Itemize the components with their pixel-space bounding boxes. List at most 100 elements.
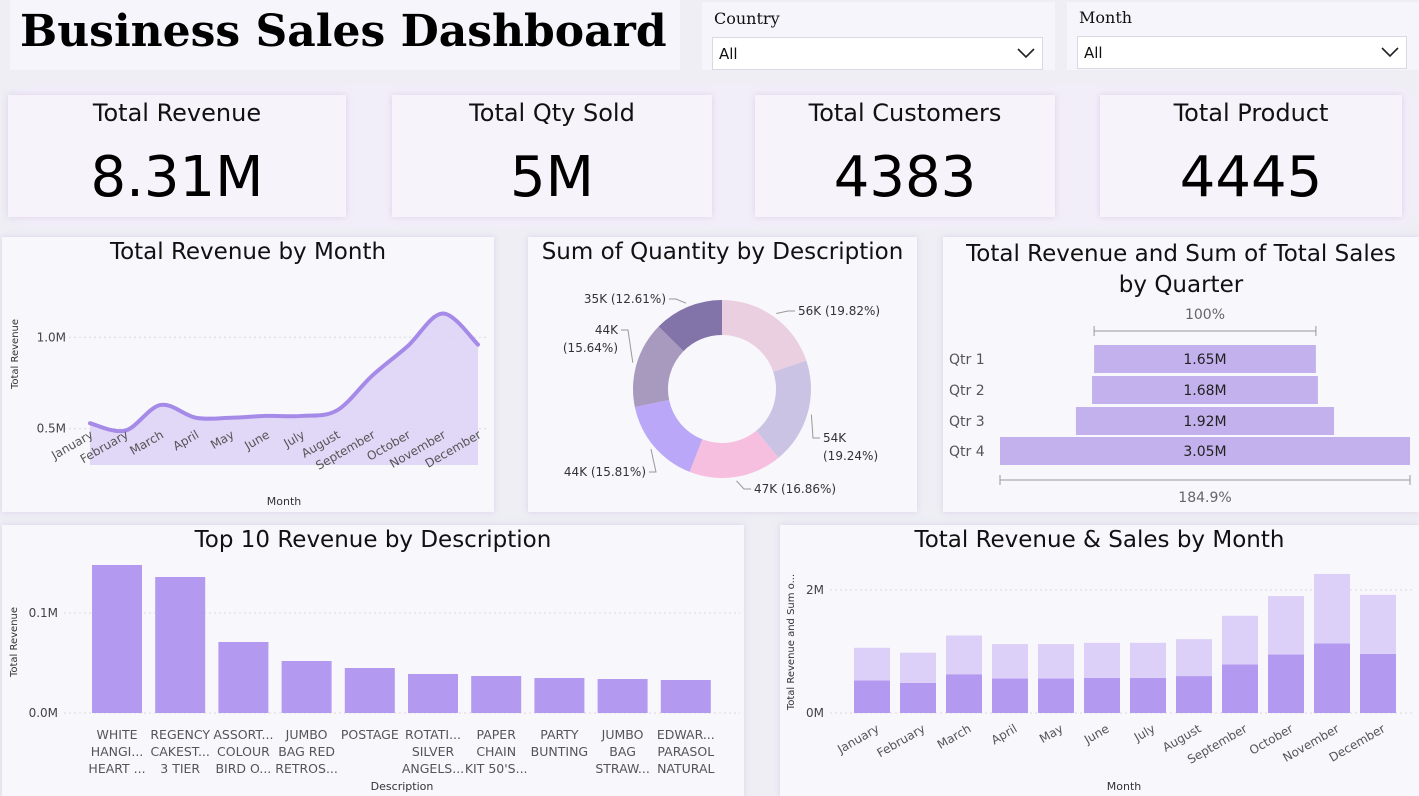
funnel-top-label: 100% [1185,307,1225,323]
x-tick-label: EDWAR... [657,727,715,742]
x-tick-label: KIT 50'S... [465,761,528,776]
x-tick-label: POSTAGE [341,727,399,742]
x-tick-label: January [834,721,881,756]
leader-line [776,310,795,314]
bar [408,674,458,713]
x-axis-title: Month [267,495,302,508]
donut-slice [634,399,703,472]
bar-revenue [1360,653,1396,713]
x-tick-label: 3 TIER [160,761,200,776]
leader-line [621,329,634,363]
x-tick-label: PAPER [476,727,516,742]
chevron-down-icon [1381,47,1399,58]
y-tick-label: 0M [806,706,824,720]
funnel-category-label: Qtr 1 [949,352,985,368]
revenue-sales-by-month-chart[interactable]: Total Revenue & Sales by Month 0M 2M Janua… [780,525,1419,796]
y-tick-label: 0.1M [29,606,58,620]
bar [92,565,142,713]
x-tick-label: JUMBO [285,727,328,742]
kpi-label: Total Product [1173,99,1329,127]
revenue-by-quarter-chart[interactable]: Total Revenue and Sum of Total Sales by … [943,237,1419,512]
bar-sales [1038,644,1074,679]
x-tick-label: WHITE [97,727,138,742]
funnel-value-label: 1.92M [1183,414,1226,430]
revenue-sales-svg: 0M 2M JanuaryFebruary March April May June July… [786,573,1414,793]
funnel-category-label: Qtr 4 [949,444,985,460]
bar-revenue [1038,678,1074,713]
revenue-by-month-chart[interactable]: Total Revenue by Month 0.5M 1.0M January Fe… [2,237,494,512]
x-tick-label: SILVER [412,744,455,759]
kpi-value: 8.31M [90,145,264,210]
x-tick-label: BAG RED [278,744,335,759]
bar-revenue [992,678,1028,713]
kpi-value: 4383 [833,145,977,210]
top10-revenue-chart[interactable]: Top 10 Revenue by Description 0.0M 0.1M WH… [2,525,744,796]
y-axis-title: Total Revenue [10,319,21,390]
bar-revenue [1130,677,1166,713]
bar-sales [1268,596,1304,655]
slice-label: 44K (15.81%) [564,465,646,479]
x-tick-label: BAG [609,744,636,759]
x-tick-label: PARTY [540,727,579,742]
month-slicer-label: Month [1079,8,1133,27]
x-tick-label: July [1131,721,1158,744]
bar [534,678,585,713]
x-tick-label: HEART ... [88,761,145,776]
x-tick-label: STRAW... [595,761,649,776]
bar-sales [992,644,1028,679]
x-tick-label: REGENCY [150,727,210,742]
bar [597,679,648,713]
leader-line [810,414,820,439]
funnel-category-label: Qtr 2 [949,383,985,399]
x-tick-label: JUMBO [601,727,644,742]
bar [660,680,711,713]
funnel-value-label: 1.65M [1183,352,1226,368]
funnel-category-label: Qtr 3 [949,414,985,430]
leader-line [669,298,687,304]
y-axis-title: Total Revenue [9,607,20,678]
funnel-value-label: 3.05M [1183,444,1226,460]
x-axis-title: Description [371,780,434,793]
bar-revenue [1314,643,1350,713]
bar-sales [854,647,890,681]
x-tick-label: February [874,721,927,760]
y-tick-label: 1.0M [37,330,66,344]
x-tick-label: RETROS... [275,761,338,776]
kpi-label: Total Customers [808,99,1002,127]
bar-revenue [1268,654,1304,713]
kpi-card-customers[interactable]: Total Customers 4383 [755,95,1055,217]
month-dropdown[interactable]: All [1077,36,1407,69]
kpi-card-revenue[interactable]: Total Revenue 8.31M [8,95,346,217]
x-tick-label: ANGELS... [402,761,464,776]
slice-label: 54K (19.24%) [823,431,878,463]
bar-revenue [900,682,936,713]
bar [281,661,332,713]
y-axis-title: Total Revenue and Sum o... [786,574,797,711]
bar-sales [946,635,982,675]
country-selected-value: All [719,45,738,63]
x-tick-label: NATURAL [657,761,714,776]
x-tick-label: CAKEST... [151,744,210,759]
slice-label: 44K (15.64%) [563,323,619,355]
x-tick-label: BUNTING [531,744,588,759]
bar [344,668,395,713]
month-selected-value: All [1084,44,1103,62]
x-tick-label: COLOUR [217,744,270,759]
bar-revenue [1176,676,1212,713]
bar-sales [1314,573,1350,644]
kpi-card-products[interactable]: Total Product 4445 [1100,95,1402,217]
bar-revenue [1222,664,1258,713]
x-tick-label: ROTATI... [405,727,461,742]
x-tick-label: April [989,721,1020,747]
bar-sales [900,652,936,683]
y-tick-label: 0.0M [29,706,58,720]
country-slicer-label: Country [714,9,780,28]
kpi-value: 4445 [1179,145,1323,210]
month-slicer: Month All [1067,2,1419,70]
quantity-by-description-chart[interactable]: Sum of Quantity by Description 56K (19.8… [528,237,917,512]
bar [218,642,269,713]
slice-label: 56K (19.82%) [798,304,880,318]
x-tick-label: ASSORT... [213,727,273,742]
country-dropdown[interactable]: All [712,37,1043,70]
kpi-card-qty-sold[interactable]: Total Qty Sold 5M [392,95,712,217]
